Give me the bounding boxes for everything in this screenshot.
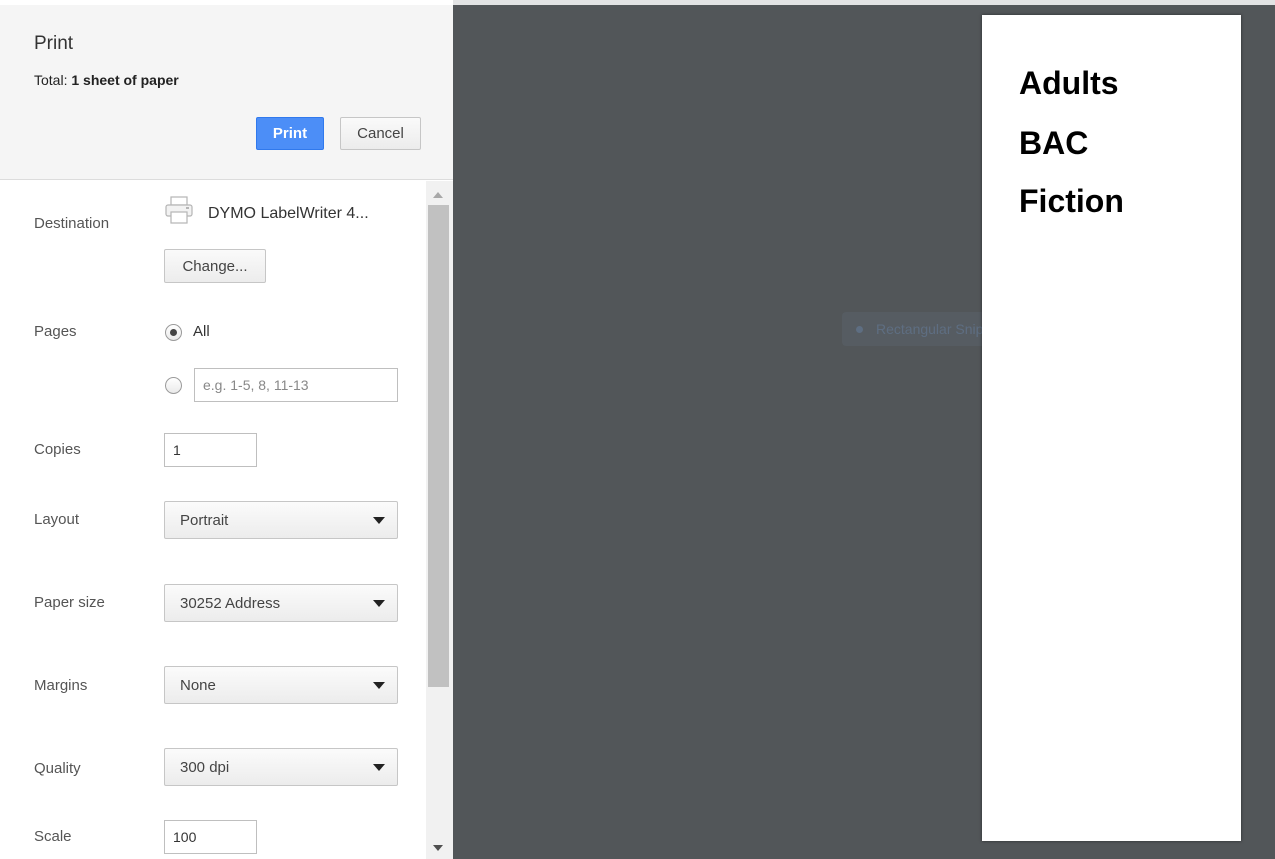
chevron-down-icon bbox=[373, 600, 385, 607]
quality-value: 300 dpi bbox=[180, 758, 230, 776]
pages-custom-radio[interactable] bbox=[165, 377, 182, 394]
scroll-down-arrow-icon[interactable] bbox=[433, 845, 443, 851]
preview-line-3: Fiction bbox=[1019, 183, 1124, 219]
margins-label: Margins bbox=[34, 677, 88, 694]
print-button[interactable]: Print bbox=[256, 117, 324, 150]
print-settings-sidebar: Print Total: 1 sheet of paper Print Canc… bbox=[0, 0, 453, 859]
preview-line-2: BAC bbox=[1019, 125, 1089, 161]
layout-label: Layout bbox=[34, 511, 80, 528]
total-label: Total: bbox=[34, 72, 68, 88]
change-destination-button[interactable]: Change... bbox=[164, 249, 266, 283]
printer-icon bbox=[165, 196, 193, 224]
quality-label: Quality bbox=[34, 760, 81, 777]
paper-size-select[interactable]: 30252 Address bbox=[164, 584, 398, 622]
preview-line-1: Adults bbox=[1019, 65, 1119, 101]
destination-printer-name: DYMO LabelWriter 4... bbox=[208, 205, 369, 222]
copies-input[interactable]: 1 bbox=[164, 433, 257, 467]
quality-select[interactable]: 300 dpi bbox=[164, 748, 398, 786]
layout-select[interactable]: Portrait bbox=[164, 501, 398, 539]
paper-size-value: 30252 Address bbox=[180, 594, 281, 612]
copies-label: Copies bbox=[34, 441, 81, 458]
destination-label: Destination bbox=[34, 215, 110, 232]
pages-custom-input[interactable]: e.g. 1-5, 8, 11-13 bbox=[194, 368, 398, 402]
margins-select[interactable]: None bbox=[164, 666, 398, 704]
chevron-down-icon bbox=[373, 682, 385, 689]
overlay-text: Rectangular Snip bbox=[876, 321, 984, 337]
scale-input[interactable]: 100 bbox=[164, 820, 257, 854]
margins-value: None bbox=[180, 676, 216, 694]
total-value: 1 sheet of paper bbox=[71, 72, 179, 88]
pages-all-radio[interactable] bbox=[165, 324, 182, 341]
pages-all-label: All bbox=[193, 323, 210, 340]
overlay-dot-icon bbox=[856, 326, 863, 333]
chevron-down-icon bbox=[373, 764, 385, 771]
scroll-up-arrow-icon[interactable] bbox=[433, 192, 443, 198]
sheet-summary: Total: 1 sheet of paper bbox=[34, 72, 179, 88]
scale-label: Scale bbox=[34, 828, 72, 845]
chevron-down-icon bbox=[373, 517, 385, 524]
settings-scrollbar-thumb[interactable] bbox=[428, 205, 449, 687]
print-header: Print Total: 1 sheet of paper bbox=[0, 5, 453, 180]
pages-label: Pages bbox=[34, 323, 77, 340]
cancel-button[interactable]: Cancel bbox=[340, 117, 421, 150]
paper-size-label: Paper size bbox=[34, 594, 105, 611]
dialog-title: Print bbox=[34, 33, 74, 54]
layout-value: Portrait bbox=[180, 511, 229, 529]
